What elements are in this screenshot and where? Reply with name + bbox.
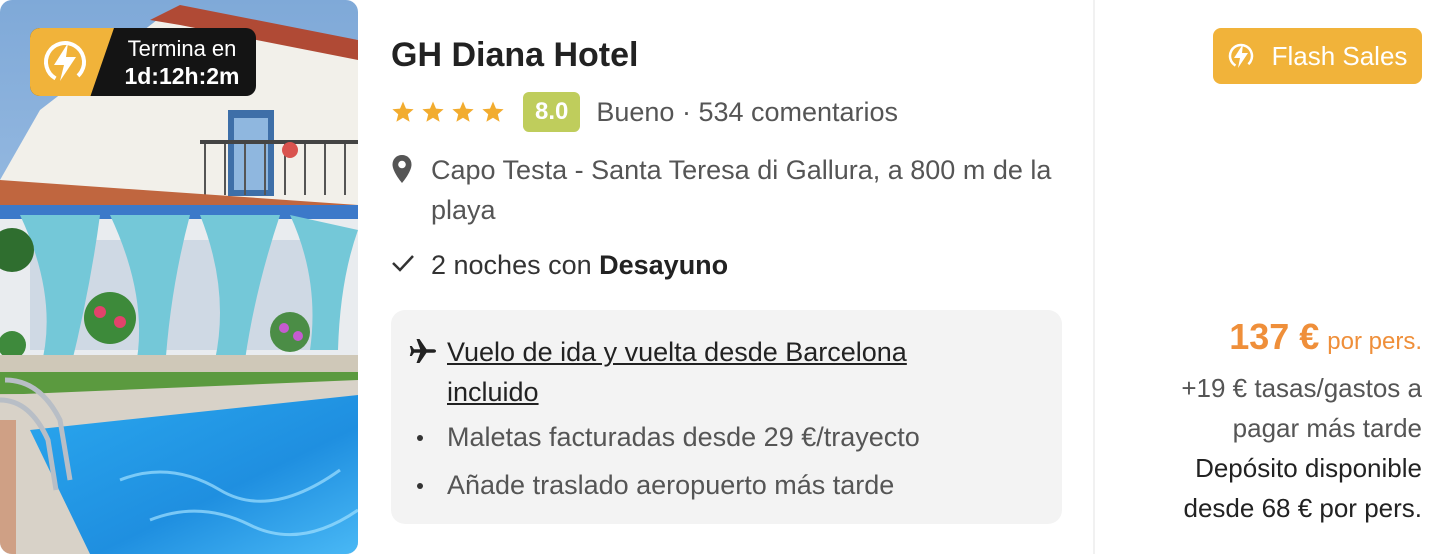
- board-row: 2 noches con Desayuno: [391, 250, 728, 281]
- star-rating: [391, 100, 505, 124]
- star-icon: [482, 101, 504, 122]
- check-icon: [391, 253, 419, 278]
- price-value: 137 €: [1229, 316, 1320, 357]
- list-item: Maletas facturadas desde 29 €/trayecto: [417, 422, 920, 453]
- bullet-icon: [417, 482, 423, 489]
- price-unit: por pers.: [1327, 328, 1422, 355]
- location-text: Capo Testa - Santa Teresa di Gallura, a …: [431, 155, 1052, 225]
- flash-sales-tag[interactable]: Flash Sales: [1213, 28, 1422, 84]
- review-summary[interactable]: Bueno · 534 comentarios: [596, 97, 898, 128]
- deposit-note: Depósito disponible desde 68 € por pers.: [1183, 453, 1423, 523]
- hotel-name[interactable]: GH Diana Hotel: [391, 36, 638, 75]
- star-icon: [452, 101, 474, 122]
- price-row: 137 € por pers.: [1229, 316, 1422, 358]
- star-icon: [422, 101, 444, 122]
- hotel-photo[interactable]: Termina en 1d:12h:2m: [0, 0, 358, 554]
- list-item: Añade traslado aeropuerto más tarde: [417, 470, 894, 501]
- flash-countdown-badge: Termina en 1d:12h:2m: [30, 28, 256, 96]
- nights-count: 2 noches con: [431, 250, 600, 280]
- review-score-badge: 8.0: [523, 92, 581, 132]
- board-text: 2 noches con Desayuno: [431, 250, 728, 281]
- countdown-label: Termina en: [127, 36, 237, 61]
- flight-details-link[interactable]: Vuelo de ida y vuelta desde Barcelona in…: [447, 332, 987, 412]
- hotel-card[interactable]: Termina en 1d:12h:2m GH Diana Hotel 8.0 …: [0, 0, 1452, 554]
- lightning-icon: [1228, 41, 1254, 71]
- taxes-note: +19 € tasas/gastos a pagar más tarde: [1181, 373, 1422, 443]
- baggage-info: Maletas facturadas desde 29 €/trayecto: [447, 422, 920, 452]
- bullet-icon: [417, 434, 423, 441]
- flight-info-box: Vuelo de ida y vuelta desde Barcelona in…: [391, 310, 1062, 524]
- rating-row: 8.0 Bueno · 534 comentarios: [391, 92, 898, 132]
- board-type: Desayuno: [599, 250, 729, 280]
- star-icon: [392, 101, 414, 122]
- map-pin-icon: [391, 150, 419, 230]
- location-row: Capo Testa - Santa Teresa di Gallura, a …: [391, 150, 1071, 230]
- price-panel: Flash Sales 137 € por pers. +19 € tasas/…: [1093, 0, 1452, 554]
- airplane-icon: [409, 332, 437, 412]
- flash-sales-label: Flash Sales: [1271, 40, 1408, 71]
- lightning-icon: [30, 28, 114, 96]
- countdown-value: 1d:12h:2m: [124, 63, 240, 89]
- transfer-info: Añade traslado aeropuerto más tarde: [447, 470, 895, 500]
